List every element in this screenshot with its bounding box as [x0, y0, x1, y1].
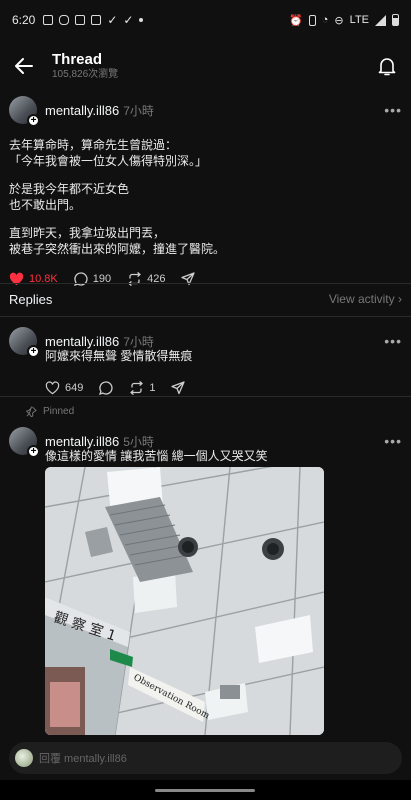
reply-text: 像這樣的愛情 讓我苦惱 總一個人又哭又笑 — [45, 449, 268, 463]
home-gesture-handle[interactable] — [155, 789, 255, 792]
follow-plus-icon[interactable]: + — [27, 114, 40, 127]
reply-username[interactable]: mentally.ill86 — [45, 434, 119, 449]
do-not-disturb-icon: ⊖ — [334, 14, 344, 27]
reply-time: 7小時 — [123, 334, 154, 349]
back-arrow-icon[interactable] — [12, 54, 36, 78]
more-options-icon[interactable]: ••• — [384, 433, 402, 449]
check-icon: ✓ — [107, 13, 118, 27]
send-icon — [171, 381, 186, 395]
check-icon: ✓ — [123, 13, 134, 27]
avatar[interactable]: + — [9, 427, 40, 458]
pinned-label: Pinned — [43, 406, 75, 417]
reply-input[interactable]: 回覆 mentally.ill86 — [9, 742, 402, 774]
reply-time: 5小時 — [123, 434, 154, 449]
status-bar: 6:20 ✓ ✓ ⏰ ◔ ⊖ LTE — [0, 0, 411, 40]
network-label: LTE — [349, 14, 369, 26]
notification-icon — [43, 15, 54, 25]
more-options-icon[interactable]: ••• — [384, 102, 402, 118]
like-button[interactable]: 649 — [45, 381, 83, 395]
repost-icon — [130, 381, 144, 395]
post-paragraph: 直到昨天，我拿垃圾出門丟， 被巷子突然衝出來的阿嬤，撞進了醫院。 — [9, 226, 226, 256]
reply-placeholder: 回覆 mentally.ill86 — [39, 753, 127, 765]
header-title-group: Thread 105,826次瀏覽 — [52, 51, 118, 81]
notification-icons: ✓ ✓ — [43, 13, 144, 27]
reply-item: + mentally.ill86 5小時 ••• 像這樣的愛情 讓我苦惱 總一個… — [0, 426, 411, 464]
alarm-icon: ⏰ — [289, 14, 303, 27]
notification-icon — [75, 15, 86, 25]
reply-text: 阿嬤來得無聲 愛情散得無痕 — [45, 349, 193, 363]
more-options-icon[interactable]: ••• — [384, 333, 402, 349]
avatar — [15, 749, 33, 767]
view-activity-link[interactable]: View activity › — [329, 292, 402, 306]
post-paragraph: 去年算命時，算命先生曾說過： 「今年我會被一位女人傷得特別深。」 — [9, 138, 208, 168]
reply-item: + mentally.ill86 7小時 ••• 阿嬤來得無聲 愛情散得無痕 6… — [0, 326, 411, 402]
main-post: + mentally.ill86 7小時 ••• 去年算命時，算命先生曾說過： … — [0, 95, 411, 293]
divider — [0, 396, 411, 397]
ceiling-photo-image: 觀 察 室 1 Observation Room — [45, 467, 324, 735]
notification-icon — [91, 15, 102, 25]
repost-count: 1 — [149, 382, 156, 394]
post-header: + mentally.ill86 7小時 ••• — [9, 95, 402, 127]
view-count: 105,826次瀏覽 — [52, 69, 119, 80]
status-time: 6:20 — [12, 13, 36, 27]
view-activity-label: View activity — [328, 292, 395, 306]
comment-button[interactable] — [99, 381, 113, 395]
vibrate-icon — [308, 14, 316, 26]
pinned-indicator: Pinned — [26, 406, 74, 417]
pin-icon — [26, 406, 37, 417]
system-icons: ⏰ ◔ ⊖ LTE — [289, 14, 399, 27]
signal-icon — [375, 14, 386, 26]
bell-icon[interactable] — [375, 54, 399, 78]
divider — [0, 316, 411, 317]
post-time: 7小時 — [123, 103, 154, 118]
more-notifications-dot-icon — [139, 18, 144, 22]
share-button[interactable] — [171, 381, 186, 395]
comment-icon — [99, 381, 113, 395]
repost-button[interactable]: 1 — [129, 381, 155, 395]
post-photo[interactable]: 觀 察 室 1 Observation Room — [45, 467, 324, 735]
like-count: 649 — [65, 382, 84, 394]
follow-plus-icon[interactable]: + — [27, 445, 40, 458]
page-title: Thread — [52, 51, 103, 68]
thread-header: Thread 105,826次瀏覽 — [0, 44, 411, 88]
replies-bar: Replies View activity › — [0, 284, 411, 314]
reply-actions: 649 1 — [45, 374, 402, 402]
follow-plus-icon[interactable]: + — [27, 345, 40, 358]
battery-icon — [392, 14, 399, 26]
instagram-icon — [59, 15, 70, 25]
replies-label: Replies — [9, 291, 53, 307]
post-username[interactable]: mentally.ill86 — [45, 103, 119, 118]
reply-username[interactable]: mentally.ill86 — [45, 334, 119, 349]
avatar[interactable]: + — [9, 96, 40, 127]
heart-icon — [45, 381, 60, 395]
post-paragraph: 於是我今年都不近女色 也不敢出門。 — [9, 182, 130, 212]
wifi-call-icon: ◔ — [321, 14, 329, 26]
avatar[interactable]: + — [9, 327, 40, 358]
post-body: 去年算命時，算命先生曾說過： 「今年我會被一位女人傷得特別深。」 於是我今年都不… — [9, 137, 402, 257]
system-nav-bar — [0, 780, 411, 800]
